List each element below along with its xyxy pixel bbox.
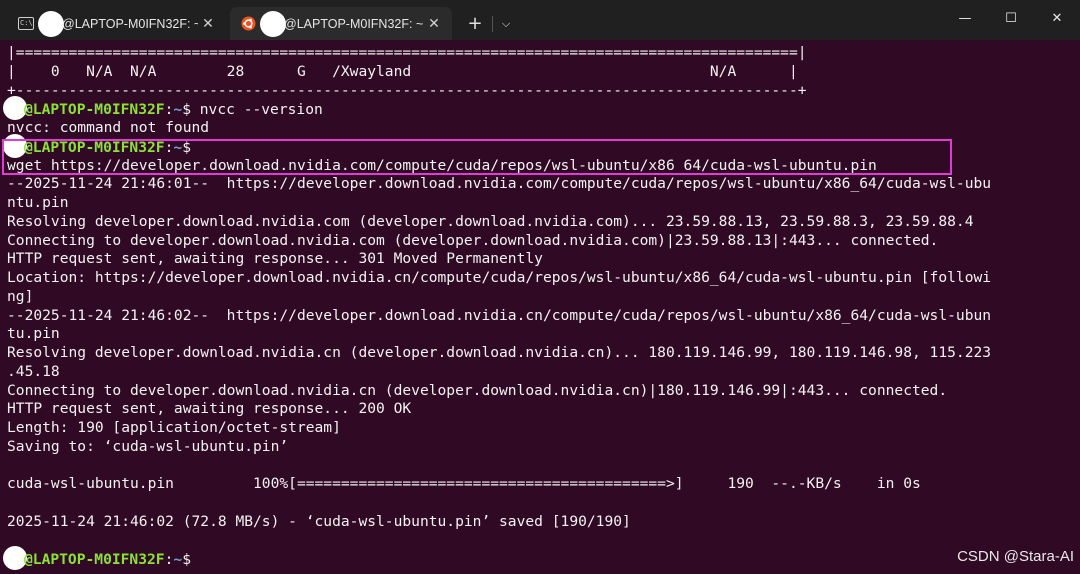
dropdown-chevron-icon[interactable]: ⌵ bbox=[493, 7, 519, 40]
output-line: .45.18 bbox=[7, 362, 60, 380]
terminal-lines: |=======================================… bbox=[3, 44, 992, 571]
output-line: --2025-11-24 21:46:01-- https://develope… bbox=[7, 175, 992, 193]
minimize-button[interactable]: — bbox=[942, 0, 988, 36]
output-line: HTTP request sent, awaiting response... … bbox=[7, 400, 412, 418]
prompt-symbol: $ bbox=[182, 101, 191, 119]
tab-1[interactable]: C:\ @LAPTOP-M0IFN32F: ~ ✕ bbox=[8, 7, 226, 40]
cmd-icon: C:\ bbox=[18, 17, 34, 30]
output-line: Resolving developer.download.nvidia.cn (… bbox=[7, 344, 992, 361]
output-line: +---------------------------------------… bbox=[7, 81, 807, 99]
prompt-user: @LAPTOP-M0IFN32F bbox=[24, 551, 165, 569]
prompt-path: ~ bbox=[173, 101, 183, 119]
command-text: nvcc --version bbox=[190, 101, 323, 119]
output-line: HTTP request sent, awaiting response... … bbox=[7, 250, 543, 268]
output-line: | 0 N/A N/A 28 G /Xwayland N/A | bbox=[7, 62, 798, 80]
close-window-button[interactable]: ✕ bbox=[1034, 0, 1080, 36]
redacted-avatar bbox=[260, 10, 286, 37]
close-tab-icon[interactable]: ✕ bbox=[424, 15, 444, 32]
output-line: |=======================================… bbox=[7, 44, 807, 61]
output-line: Resolving developer.download.nvidia.com … bbox=[7, 212, 974, 230]
output-line: Saving to: ‘cuda-wsl-ubuntu.pin’ bbox=[7, 437, 289, 455]
terminal-output[interactable]: |=======================================… bbox=[0, 40, 1080, 574]
title-bar: C:\ @LAPTOP-M0IFN32F: ~ ✕ @LAPTOP-M0IFN3… bbox=[0, 0, 1080, 40]
prompt-path: ~ bbox=[173, 138, 183, 156]
prompt-symbol: $ bbox=[182, 551, 191, 569]
output-line: cuda-wsl-ubuntu.pin 100%[===============… bbox=[7, 475, 921, 493]
output-line: tu.pin bbox=[7, 325, 60, 343]
output-line: wget https://developer.download.nvidia.c… bbox=[7, 156, 877, 174]
output-line: Length: 190 [application/octet-stream] bbox=[7, 419, 341, 436]
prompt-user: @LAPTOP-M0IFN32F bbox=[24, 101, 165, 119]
prompt-symbol: $ bbox=[182, 138, 191, 156]
output-line: ng] bbox=[7, 287, 34, 305]
watermark: CSDN @Stara-AI bbox=[957, 548, 1074, 565]
maximize-button[interactable]: ☐ bbox=[988, 0, 1034, 36]
output-line: Connecting to developer.download.nvidia.… bbox=[7, 231, 939, 249]
prompt-line: @LAPTOP-M0IFN32F:~$ bbox=[3, 546, 991, 571]
prompt-line: @LAPTOP-M0IFN32F:~$ nvcc --version bbox=[3, 96, 991, 121]
tab-2[interactable]: @LAPTOP-M0IFN32F: ~ ✕ bbox=[230, 7, 452, 40]
window-controls: — ☐ ✕ bbox=[942, 0, 1080, 36]
output-line: ntu.pin bbox=[7, 194, 69, 211]
prompt-line: @LAPTOP-M0IFN32F:~$ bbox=[3, 133, 991, 158]
output-line: nvcc: command not found bbox=[7, 119, 210, 136]
tab-title: @LAPTOP-M0IFN32F: ~ bbox=[284, 16, 424, 31]
output-line: --2025-11-24 21:46:02-- https://develope… bbox=[7, 306, 992, 324]
new-tab-button[interactable]: + bbox=[458, 7, 492, 40]
output-line: 2025-11-24 21:46:02 (72.8 MB/s) - ‘cuda-… bbox=[7, 512, 631, 530]
tab-title: @LAPTOP-M0IFN32F: ~ bbox=[62, 16, 198, 31]
prompt-user: @LAPTOP-M0IFN32F bbox=[24, 138, 165, 156]
output-line: Location: https://developer.download.nvi… bbox=[7, 269, 992, 286]
redacted-avatar bbox=[38, 10, 64, 37]
prompt-path: ~ bbox=[173, 551, 183, 569]
output-line: Connecting to developer.download.nvidia.… bbox=[7, 381, 948, 399]
ubuntu-icon bbox=[240, 16, 256, 32]
close-tab-icon[interactable]: ✕ bbox=[198, 15, 218, 32]
